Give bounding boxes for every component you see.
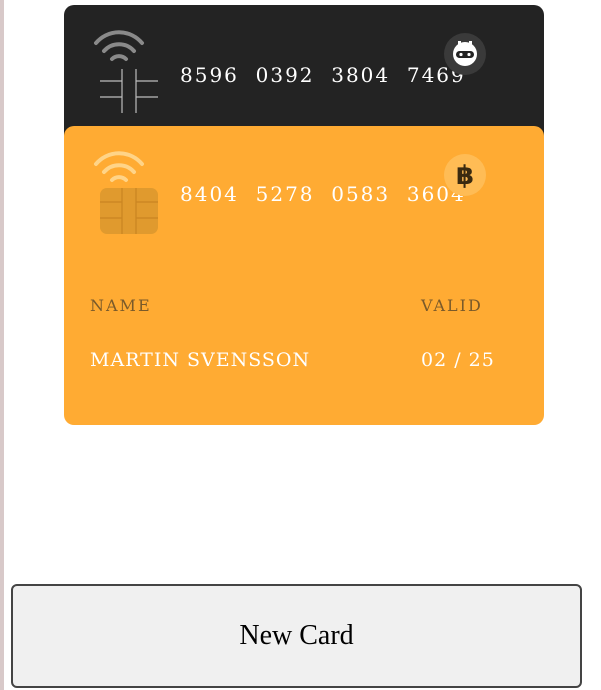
card-number: 8404 5278 0583 3604 bbox=[180, 182, 466, 206]
robot-face-icon bbox=[444, 33, 486, 75]
chip-icon bbox=[100, 188, 158, 234]
valid-thru-label: VALID bbox=[421, 296, 483, 315]
credit-card-dark[interactable]: 8596 0392 3804 7469 bbox=[64, 5, 544, 145]
bitcoin-icon: ฿ bbox=[444, 154, 486, 196]
credit-card-orange[interactable]: 8404 5278 0583 3604 ฿ NAME VALID MARTIN … bbox=[64, 126, 544, 425]
contactless-icon bbox=[94, 151, 144, 182]
valid-thru-date: 02 / 25 bbox=[421, 349, 495, 371]
cardholder-name: MARTIN SVENSSON bbox=[90, 349, 311, 371]
chip-icon bbox=[100, 69, 158, 113]
svg-text:฿: ฿ bbox=[456, 161, 474, 191]
new-card-button[interactable]: New Card bbox=[11, 584, 582, 688]
contactless-icon bbox=[94, 30, 144, 61]
card-number: 8596 0392 3804 7469 bbox=[180, 63, 466, 87]
cardholder-name-label: NAME bbox=[90, 296, 152, 315]
page-edge-divider bbox=[0, 0, 4, 690]
